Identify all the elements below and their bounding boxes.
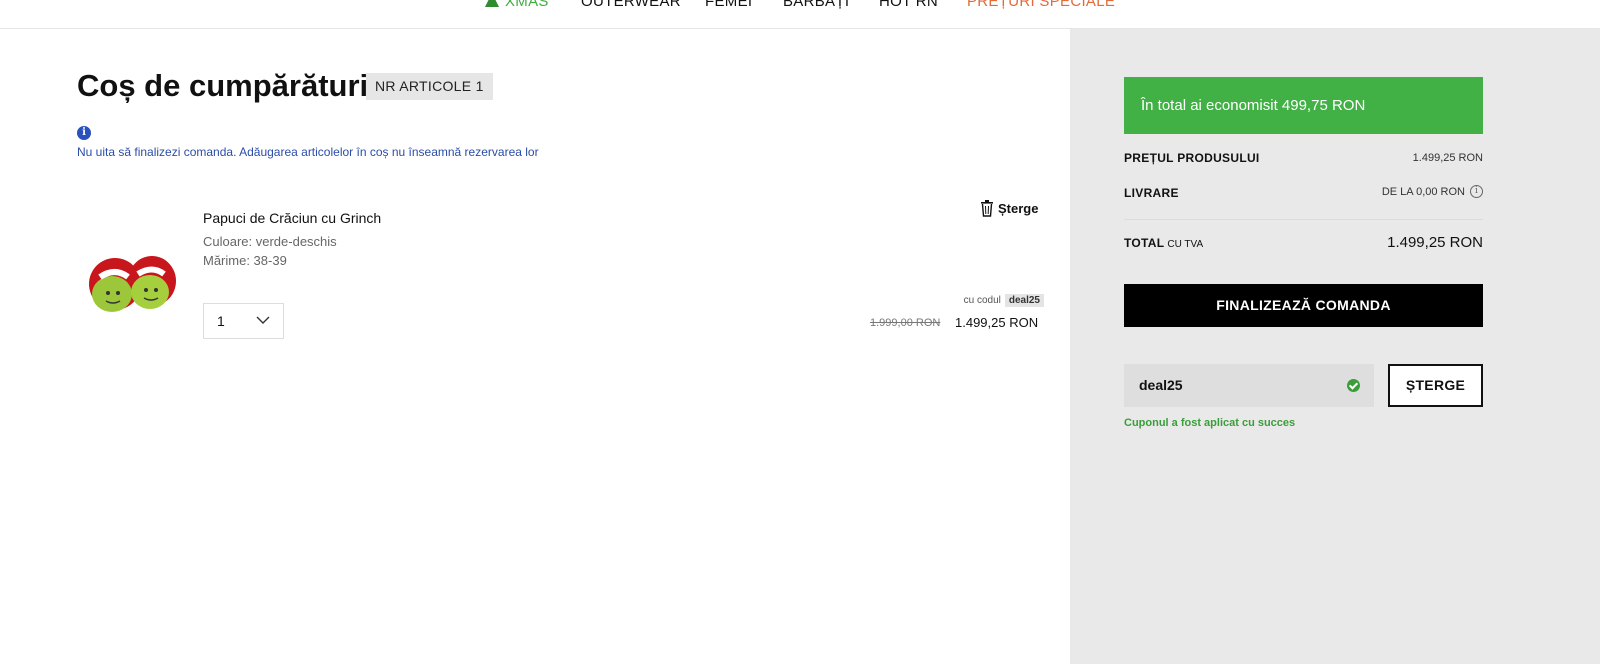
total-label: TOTAL CU TVA [1124, 236, 1203, 250]
quantity-select[interactable]: 1 [203, 303, 284, 339]
nav-item-preturi-speciale[interactable]: PREȚURI SPECIALE [967, 0, 1115, 10]
item-count-badge: NR ARTICOLE 1 [366, 73, 493, 100]
page-title: Coș de cumpărături [77, 68, 369, 103]
remove-item-label: Șterge [998, 201, 1039, 216]
product-color: Culoare: verde-deschis [203, 234, 337, 249]
total-value: 1.499,25 RON [1387, 234, 1483, 251]
product-price-amount: 1.499,25 RON [1412, 152, 1483, 164]
delivery-amount: DE LA 0,00 RON [1381, 185, 1465, 198]
product-name[interactable]: Papuci de Crăciun cu Grinch [203, 210, 381, 226]
savings-banner: În total ai economisit 499,75 RON [1124, 77, 1483, 134]
nav-item-label: XMAS [505, 0, 549, 10]
order-summary: În total ai economisit 499,75 RON PREȚUL… [1070, 29, 1600, 664]
nav-item-hot-rn[interactable]: HOT RN [879, 0, 938, 10]
chevron-down-icon [256, 316, 270, 324]
product-image[interactable] [80, 229, 185, 334]
coupon-input[interactable]: deal25 [1124, 364, 1374, 407]
total-label-text: TOTAL [1124, 236, 1165, 250]
coupon-success-message: Cuponul a fost aplicat cu succes [1124, 417, 1296, 429]
total-vat-note: CU TVA [1167, 239, 1204, 250]
product-price-label: PREȚUL PRODUSULUI [1124, 151, 1260, 165]
divider [1124, 219, 1483, 220]
nav-item-outerwear[interactable]: OUTERWEAR [581, 0, 681, 10]
trash-icon [981, 200, 993, 217]
coupon-note-prefix: cu codul [963, 295, 1001, 306]
product-price-value: 1.499,25 RON [1413, 152, 1483, 164]
nav-item-barbati[interactable]: BĂRBAȚI [783, 0, 849, 10]
info-icon: i [77, 126, 91, 140]
coupon-code-badge: deal25 [1004, 294, 1044, 307]
coupon-note: cu codul deal25 [964, 294, 1044, 307]
nav-item-xmas[interactable]: XMAS [485, 0, 549, 10]
product-size: Mărime: 38-39 [203, 253, 287, 268]
delivery-label: LIVRARE [1124, 186, 1179, 200]
quantity-value: 1 [217, 313, 225, 329]
delivery-info-icon[interactable]: i [1470, 185, 1483, 198]
cart-main: Coș de cumpărături NR ARTICOLE 1 i Nu ui… [0, 29, 1070, 664]
coupon-input-value: deal25 [1139, 377, 1183, 393]
remove-item-button[interactable]: Șterge [980, 200, 1038, 217]
nav-item-femei[interactable]: FEMEI [705, 0, 752, 10]
delivery-value: DE LA 0,00 RON i [1382, 185, 1483, 198]
remove-coupon-button[interactable]: ȘTERGE [1388, 364, 1483, 407]
tree-icon [485, 0, 499, 7]
old-price: 1.999,00 RON [870, 317, 941, 329]
current-price: 1.499,25 RON [955, 315, 1039, 330]
info-message: Nu uita să finalizezi comanda. Adăugarea… [77, 145, 539, 159]
top-navigation: XMAS OUTERWEAR FEMEI BĂRBAȚI HOT RN PREȚ… [0, 0, 1600, 29]
checkout-button[interactable]: FINALIZEAZĂ COMANDA [1124, 284, 1483, 327]
check-icon [1347, 379, 1360, 392]
